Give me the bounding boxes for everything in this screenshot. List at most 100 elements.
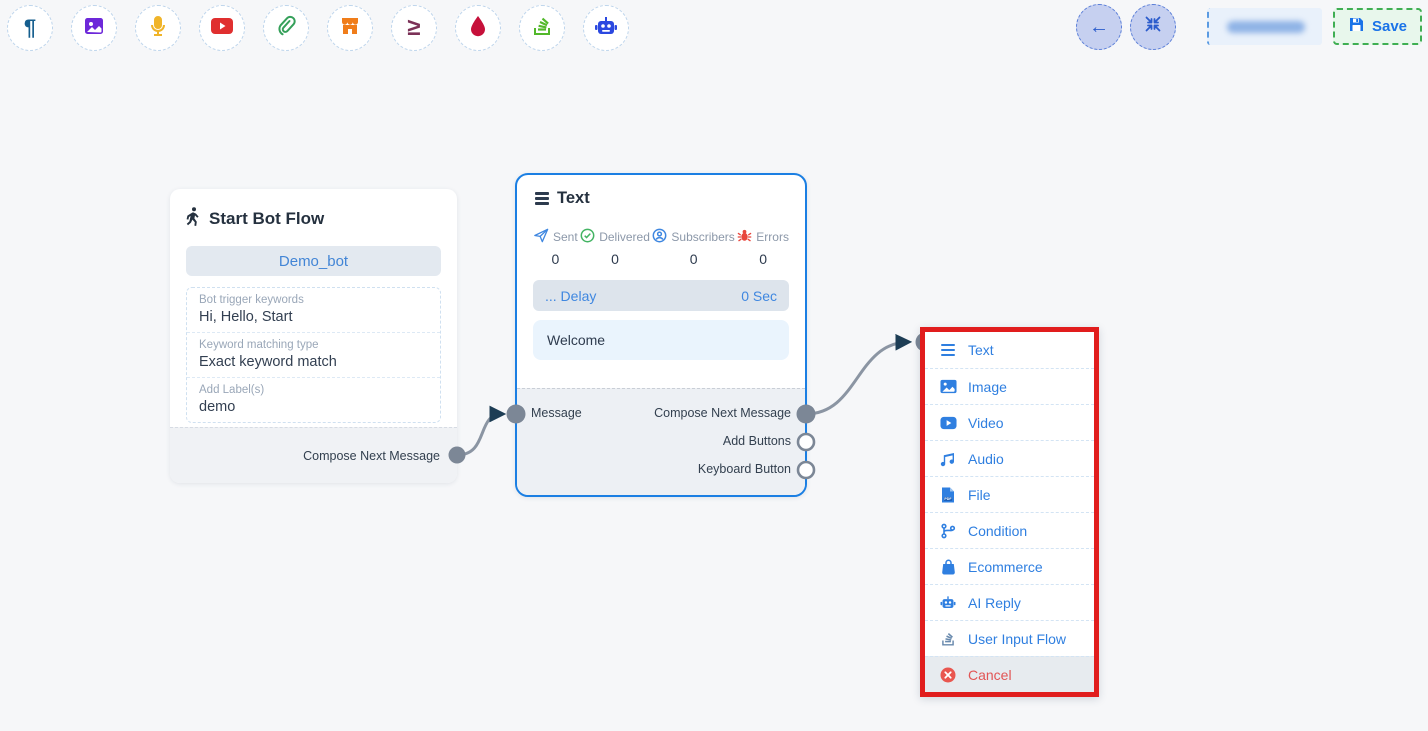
menu-item-label: AI Reply (968, 595, 1021, 611)
delay-value: 0 Sec (741, 288, 777, 304)
menu-item-label: Ecommerce (968, 559, 1043, 575)
compose-next-message-port-label: Compose Next Message (654, 406, 791, 420)
stat-label: Subscribers (671, 230, 734, 244)
message-content[interactable]: Welcome (533, 320, 789, 360)
shopping-bag-icon (939, 559, 957, 575)
menu-item-label: User Input Flow (968, 631, 1066, 647)
cancel-icon (939, 667, 957, 683)
menu-item-cancel[interactable]: Cancel (925, 656, 1094, 692)
text-node-footer: Message Compose Next Message Add Buttons… (517, 388, 805, 495)
menu-item-label: Condition (968, 523, 1027, 539)
bot-name-field[interactable]: Demo_bot (186, 246, 441, 276)
image-icon (83, 15, 105, 42)
robot-icon (939, 595, 957, 610)
toolbar-drop-button[interactable] (455, 5, 501, 51)
stat-subscribers: Subscribers 0 (652, 228, 734, 267)
save-icon (1348, 16, 1365, 37)
save-button[interactable]: Save (1333, 8, 1422, 45)
field-label: Add Label(s) (199, 384, 428, 396)
toolbar-greater-equal-button[interactable]: ≥ (391, 5, 437, 51)
menu-item-file[interactable]: PDF File (925, 476, 1094, 512)
stat-errors: Errors 0 (737, 228, 789, 267)
text-node[interactable]: Text Sent 0 Delivered 0 Subscribers 0 (515, 173, 807, 497)
menu-item-user-input-flow[interactable]: User Input Flow (925, 620, 1094, 656)
menu-item-ai-reply[interactable]: AI Reply (925, 584, 1094, 620)
message-text: Welcome (547, 332, 605, 348)
stat-value: 0 (551, 251, 559, 267)
field-add-labels[interactable]: Add Label(s) demo (187, 377, 440, 422)
start-node-title: Start Bot Flow (209, 209, 324, 229)
audio-icon (939, 451, 957, 467)
check-circle-icon (580, 228, 595, 246)
menu-item-text[interactable]: Text (925, 332, 1094, 368)
condition-icon (939, 523, 957, 539)
text-node-header: Text (517, 175, 805, 212)
fit-view-button[interactable] (1130, 4, 1176, 50)
message-input-port-label: Message (531, 406, 582, 420)
arrow-left-icon: ← (1089, 16, 1109, 39)
add-buttons-port-label: Add Buttons (723, 434, 791, 448)
toolbar-microphone-button[interactable] (135, 5, 181, 51)
text-icon (535, 192, 549, 205)
greater-equal-icon: ≥ (407, 16, 420, 40)
paperclip-icon (275, 15, 297, 42)
toolbar-paragraph-button[interactable]: ¶ (7, 5, 53, 51)
edge-text-to-menu (806, 342, 908, 414)
bug-icon (737, 228, 752, 246)
flow-builder-canvas: { "toolbar": { "items": [ { "icon": "par… (0, 0, 1428, 731)
menu-item-label: Cancel (968, 667, 1012, 683)
robot-icon (594, 15, 618, 42)
text-node-stats: Sent 0 Delivered 0 Subscribers 0 Errors … (517, 212, 805, 267)
toolbar-youtube-button[interactable] (199, 5, 245, 51)
walking-person-icon (186, 207, 201, 231)
send-icon (533, 228, 549, 246)
save-label: Save (1372, 18, 1407, 35)
start-node-header: Start Bot Flow (170, 189, 457, 239)
menu-item-audio[interactable]: Audio (925, 440, 1094, 476)
delay-setting[interactable]: ... Delay 0 Sec (533, 280, 789, 311)
menu-item-label: File (968, 487, 991, 503)
compress-icon (1143, 14, 1163, 40)
toolbar-store-button[interactable] (327, 5, 373, 51)
menu-item-label: Image (968, 379, 1007, 395)
toolbar-attachment-button[interactable] (263, 5, 309, 51)
compose-next-message-port-label: Compose Next Message (303, 449, 440, 463)
field-value: demo (199, 399, 428, 415)
file-icon: PDF (939, 487, 957, 503)
menu-item-label: Audio (968, 451, 1004, 467)
youtube-icon (210, 16, 234, 41)
toolbar-stack-button[interactable] (519, 5, 565, 51)
field-bot-trigger-keywords[interactable]: Bot trigger keywords Hi, Hello, Start (187, 288, 440, 332)
image-icon (939, 379, 957, 394)
toolbar-robot-button[interactable] (583, 5, 629, 51)
start-node-fields: Bot trigger keywords Hi, Hello, Start Ke… (186, 287, 441, 423)
bot-name-value: Demo_bot (279, 253, 348, 270)
field-label: Bot trigger keywords (199, 294, 428, 306)
obscured-action-button[interactable] (1207, 8, 1322, 45)
text-icon (939, 344, 957, 357)
menu-item-condition[interactable]: Condition (925, 512, 1094, 548)
store-icon (339, 15, 361, 42)
stat-delivered: Delivered 0 (580, 228, 650, 267)
back-button[interactable]: ← (1076, 4, 1122, 50)
keyboard-button-port-label: Keyboard Button (698, 462, 791, 476)
stat-value: 0 (759, 251, 767, 267)
microphone-icon (147, 15, 169, 42)
start-bot-flow-node[interactable]: Start Bot Flow Demo_bot Bot trigger keyw… (170, 189, 457, 483)
toolbar-image-button[interactable] (71, 5, 117, 51)
stat-label: Errors (756, 230, 789, 244)
menu-item-video[interactable]: Video (925, 404, 1094, 440)
field-value: Exact keyword match (199, 354, 428, 370)
field-keyword-matching-type[interactable]: Keyword matching type Exact keyword matc… (187, 332, 440, 377)
blurred-label (1227, 21, 1305, 33)
field-value: Hi, Hello, Start (199, 309, 428, 325)
subscriber-icon (652, 228, 667, 246)
drop-icon (468, 15, 488, 42)
stat-label: Sent (553, 230, 578, 244)
menu-item-ecommerce[interactable]: Ecommerce (925, 548, 1094, 584)
stack-icon (531, 15, 553, 42)
menu-item-image[interactable]: Image (925, 368, 1094, 404)
menu-item-label: Video (968, 415, 1004, 431)
stat-value: 0 (611, 251, 619, 267)
user-input-flow-icon (939, 631, 957, 647)
